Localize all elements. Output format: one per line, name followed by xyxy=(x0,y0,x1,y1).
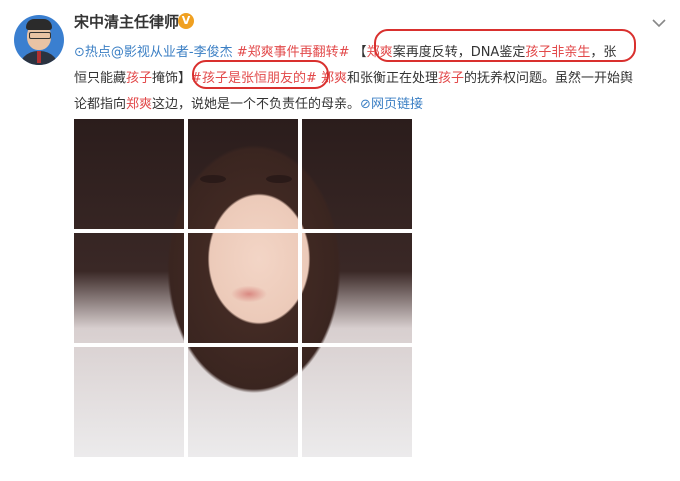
text-hide: 恒只能藏 xyxy=(74,71,127,86)
annotation-circle xyxy=(374,29,636,62)
photo-tile[interactable] xyxy=(302,233,412,343)
chevron-down-icon[interactable] xyxy=(652,18,666,28)
avatar-glasses xyxy=(29,32,51,39)
username[interactable]: 宋中清主任律师 xyxy=(74,12,179,32)
text-mother: 这边，说她是一个不负责任的母亲。 xyxy=(152,97,361,112)
photo-tile[interactable] xyxy=(74,347,184,457)
text-opinion: 论都指向 xyxy=(74,97,127,112)
photo-tile[interactable] xyxy=(74,119,184,229)
child-highlight[interactable]: 孩子 xyxy=(438,71,464,86)
web-link[interactable]: 网页链接 xyxy=(371,97,423,112)
photo-tile[interactable] xyxy=(188,119,298,229)
photo-tile[interactable] xyxy=(188,347,298,457)
location-pin-icon: ⊙ xyxy=(74,45,85,60)
avatar[interactable] xyxy=(14,15,64,65)
text-cover: 掩饰】 xyxy=(152,71,192,86)
avatar-hair xyxy=(26,19,52,30)
post-line-3: 论都指向郑爽这边，说她是一个不负责任的母亲。⊘网页链接 xyxy=(74,92,666,118)
avatar-tie xyxy=(37,51,41,63)
text-bracket: 【 xyxy=(349,45,367,60)
text-custody: 的抚养权问题。虽然一开始舆 xyxy=(464,71,634,86)
hashtag-event[interactable]: #郑爽事件再翻转# xyxy=(237,45,350,60)
text-handling: 和张衡正在处理 xyxy=(347,71,439,86)
post-line-2: 恒只能藏孩子掩饰】#孩子是张恒朋友的# 郑爽和张衡正在处理孩子的抚养权问题。虽然… xyxy=(74,66,666,92)
hot-topic-link[interactable]: 热点@影视从业者-李俊杰 xyxy=(85,45,237,60)
child-highlight[interactable]: 孩子 xyxy=(126,71,152,86)
photo-tile[interactable] xyxy=(74,233,184,343)
photo-tile[interactable] xyxy=(302,347,412,457)
photo-tile[interactable] xyxy=(302,119,412,229)
annotation-circle xyxy=(192,60,329,89)
verified-badge-icon: V xyxy=(178,13,194,29)
link-icon: ⊘ xyxy=(360,97,371,112)
photo-tile[interactable] xyxy=(188,233,298,343)
name-highlight[interactable]: 郑爽 xyxy=(126,97,152,112)
photo-grid xyxy=(74,119,412,457)
